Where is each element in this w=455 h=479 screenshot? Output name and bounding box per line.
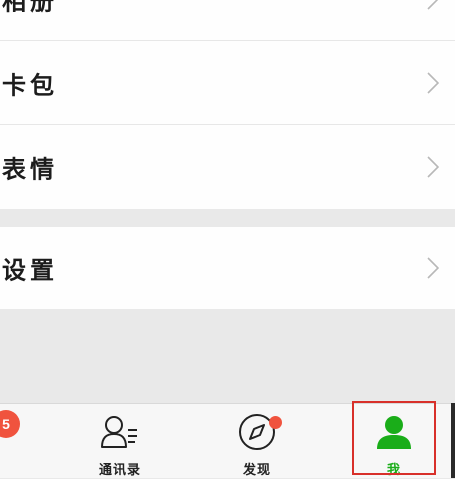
- chevron-right-icon: [427, 156, 439, 178]
- menu-group-2: 设置: [0, 227, 455, 309]
- tab-contacts-label: 通讯录: [98, 463, 141, 478]
- tab-discover-label: 发现: [242, 463, 271, 478]
- chevron-right-icon: [427, 71, 439, 94]
- chevron-right-icon: [427, 257, 439, 279]
- menu-item-settings[interactable]: 设置: [0, 227, 455, 309]
- contacts-icon: [101, 416, 137, 448]
- window-edge: [451, 403, 455, 478]
- discover-new-dot: [269, 416, 282, 429]
- menu-item-label: 相册: [2, 0, 58, 15]
- menu-group-1: 相册 卡包 表情: [0, 0, 455, 209]
- menu-item-label: 卡包: [2, 70, 58, 99]
- tab-discover[interactable]: 发现: [212, 404, 302, 479]
- chevron-right-icon: [427, 0, 438, 10]
- menu-item-card-pack[interactable]: 卡包: [0, 41, 455, 125]
- menu-item-label: 表情: [2, 154, 58, 184]
- tab-contacts[interactable]: 通讯录: [75, 404, 165, 479]
- menu-item-stickers[interactable]: 表情: [0, 125, 455, 209]
- highlight-box: [352, 401, 436, 475]
- menu-item-album[interactable]: 相册: [0, 0, 455, 41]
- menu-item-label: 设置: [2, 255, 58, 285]
